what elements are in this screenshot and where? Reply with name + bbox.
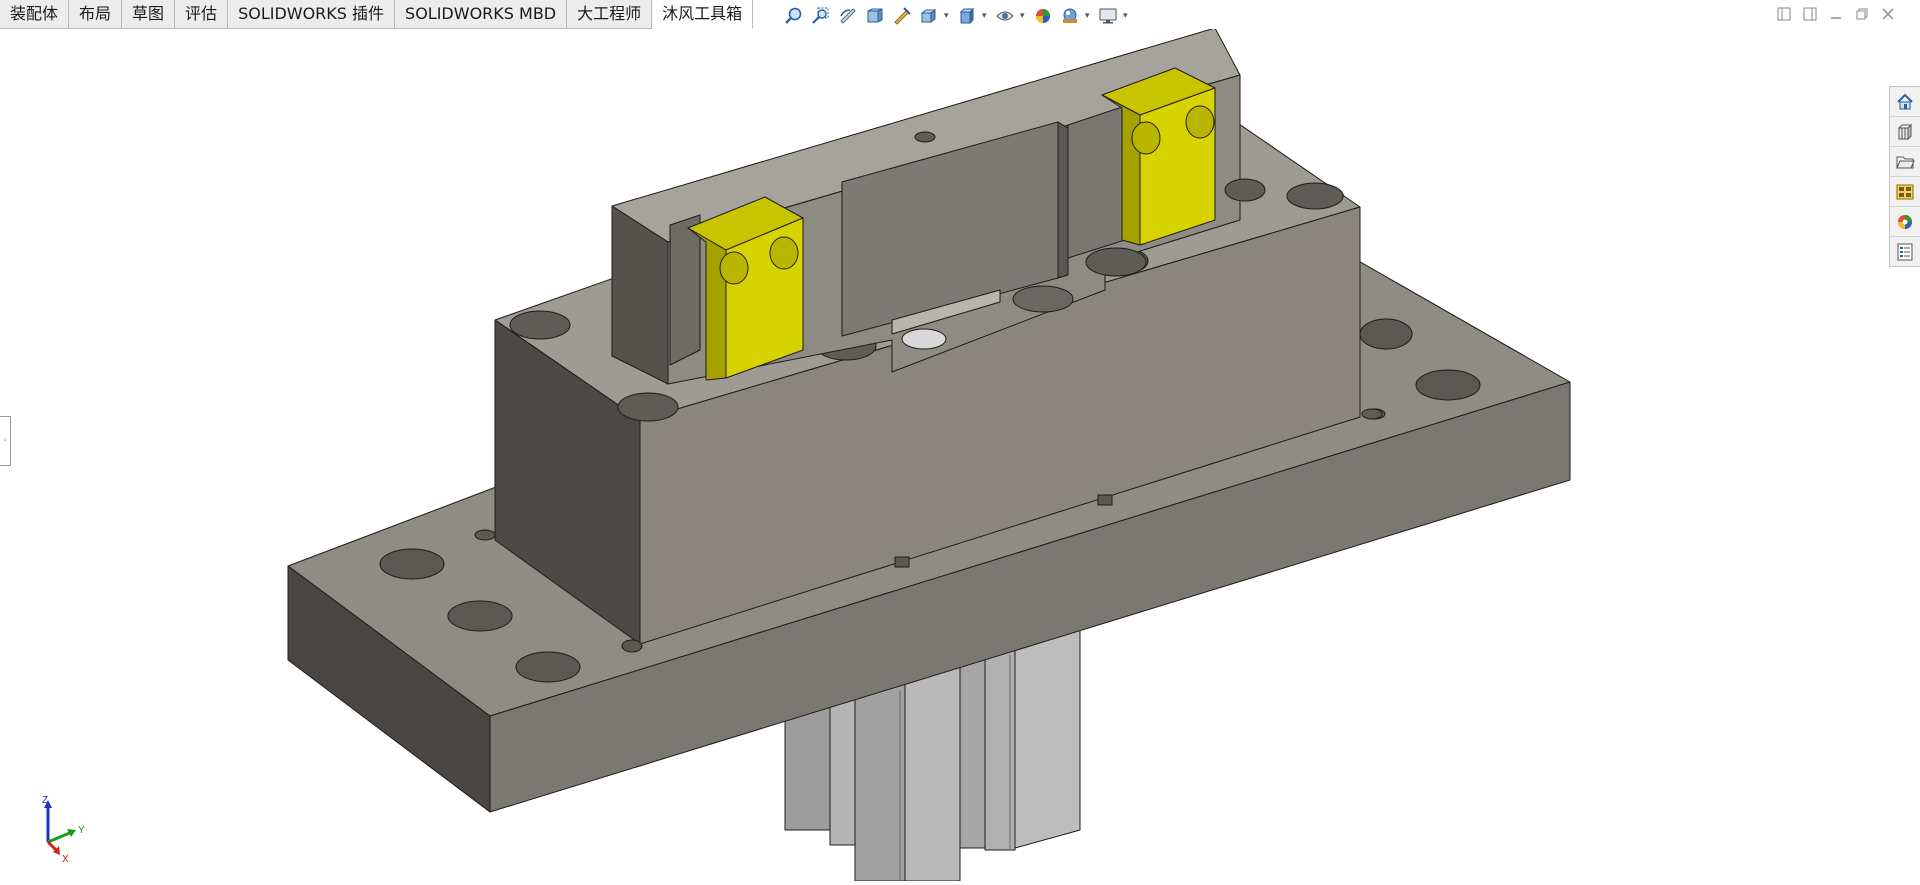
tile-left-icon[interactable]	[1774, 4, 1794, 24]
reference-triad: Z Y X	[42, 795, 85, 864]
tab-solidworks-addins[interactable]: SOLIDWORKS 插件	[228, 0, 396, 28]
graphics-area[interactable]: Z Y X	[0, 27, 1920, 882]
tile-right-icon[interactable]	[1800, 4, 1820, 24]
close-icon[interactable]	[1878, 4, 1898, 24]
hide-show-items-icon[interactable]	[993, 4, 1017, 28]
tab-mufeng-toolbox[interactable]: 沐风工具箱	[652, 0, 754, 29]
triad-y-label: Y	[78, 825, 85, 836]
view-settings-dropdown[interactable]: ▾	[1123, 11, 1131, 21]
edit-appearance-icon[interactable]	[1031, 4, 1055, 28]
tab-layout[interactable]: 布局	[69, 0, 123, 28]
minimize-icon[interactable]	[1826, 4, 1846, 24]
heads-up-view-toolbar: ▾ ▾ ▾ ▾ ▾	[782, 3, 1131, 29]
tab-assembly[interactable]: 装配体	[0, 0, 70, 28]
tab-evaluate[interactable]: 评估	[175, 0, 229, 28]
restore-icon[interactable]	[1852, 4, 1872, 24]
window-controls	[1774, 4, 1898, 24]
command-manager-tabs: 装配体 布局 草图 评估 SOLIDWORKS 插件 SOLIDWORKS MB…	[0, 0, 754, 29]
tab-sketch[interactable]: 草图	[122, 0, 176, 28]
tab-engineer[interactable]: 大工程师	[567, 0, 653, 28]
view-settings-icon[interactable]	[1096, 4, 1120, 28]
apply-scene-dropdown[interactable]: ▾	[1085, 11, 1093, 21]
assembly-model[interactable]	[0, 27, 1920, 882]
zoom-to-fit-icon[interactable]	[782, 4, 806, 28]
zoom-to-area-icon[interactable]	[809, 4, 833, 28]
triad-x-label: X	[62, 854, 69, 864]
display-style-dropdown[interactable]: ▾	[982, 11, 990, 21]
section-view-icon[interactable]	[863, 4, 887, 28]
hide-show-items-dropdown[interactable]: ▾	[1020, 11, 1028, 21]
view-orientation-dropdown[interactable]: ▾	[944, 11, 952, 21]
apply-scene-icon[interactable]	[1058, 4, 1082, 28]
view-orientation-icon[interactable]	[917, 4, 941, 28]
triad-y-axis	[47, 830, 73, 844]
previous-view-icon[interactable]	[836, 4, 860, 28]
tab-solidworks-mbd[interactable]: SOLIDWORKS MBD	[395, 0, 568, 28]
triad-z-label: Z	[42, 795, 48, 806]
dynamic-annotation-icon[interactable]	[890, 4, 914, 28]
display-style-icon[interactable]	[955, 4, 979, 28]
